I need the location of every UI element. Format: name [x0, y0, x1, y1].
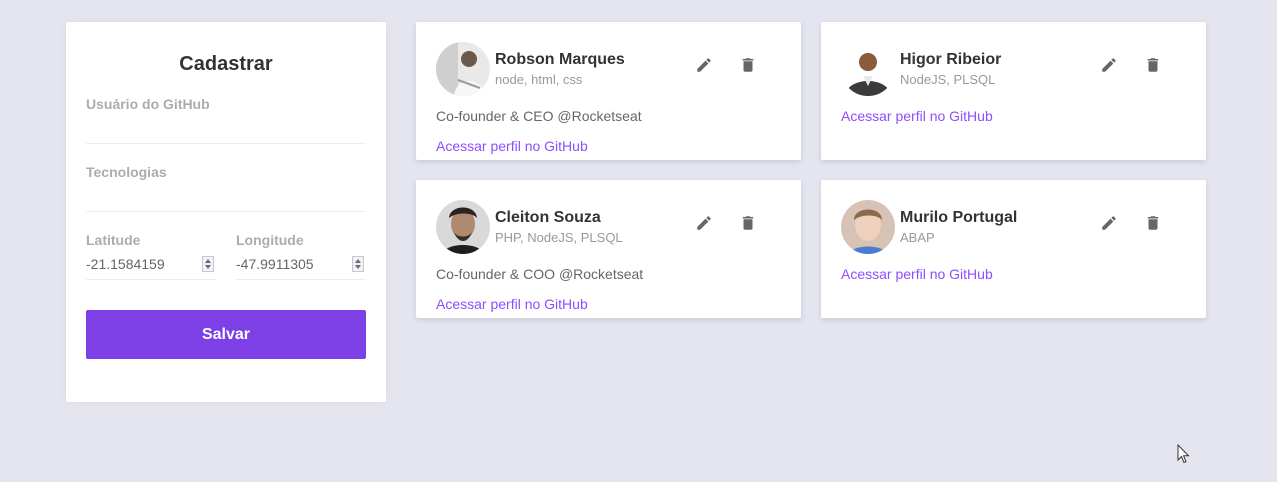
user-info: Higor Ribeior NodeJS, PLSQL: [900, 51, 1098, 88]
user-info: Murilo Portugal ABAP: [900, 209, 1098, 246]
mouse-cursor-icon: [1177, 443, 1191, 469]
techs-label: Tecnologias: [86, 164, 167, 180]
github-user-input[interactable]: [86, 112, 366, 144]
trash-icon[interactable]: [737, 54, 759, 76]
techs-input[interactable]: [86, 180, 366, 212]
github-profile-link[interactable]: Acessar perfil no GitHub: [436, 296, 781, 312]
dev-card-header: Cleiton Souza PHP, NodeJS, PLSQL: [436, 200, 781, 254]
spinner-up-icon[interactable]: [205, 259, 211, 263]
dev-name: Robson Marques: [495, 50, 625, 68]
latitude-field: Latitude: [86, 232, 216, 280]
latitude-input[interactable]: [86, 248, 216, 280]
github-user-field: Usuário do GitHub: [86, 96, 366, 144]
longitude-label: Longitude: [236, 232, 304, 248]
github-profile-link[interactable]: Acessar perfil no GitHub: [436, 138, 781, 154]
pencil-icon[interactable]: [1098, 54, 1120, 76]
latitude-input-wrap: [86, 248, 216, 280]
dev-card-header: Robson Marques node, html, css: [436, 42, 781, 96]
trash-icon[interactable]: [1142, 54, 1164, 76]
pencil-icon[interactable]: [693, 54, 715, 76]
latitude-spinner[interactable]: [202, 256, 214, 272]
dev-bio: Co-founder & COO @Rocketseat: [436, 266, 644, 282]
pencil-icon[interactable]: [1098, 212, 1120, 234]
card-actions: [1098, 212, 1164, 234]
dev-card: Robson Marques node, html, css Co-founde…: [416, 22, 801, 160]
longitude-input-wrap: [236, 248, 366, 280]
pencil-icon[interactable]: [693, 212, 715, 234]
avatar: [436, 42, 490, 96]
dev-card-header: Murilo Portugal ABAP: [841, 200, 1186, 254]
user-info: Cleiton Souza PHP, NodeJS, PLSQL: [495, 209, 693, 246]
avatar: [841, 200, 895, 254]
avatar: [841, 42, 895, 96]
trash-icon[interactable]: [737, 212, 759, 234]
form-title: Cadastrar: [179, 53, 273, 75]
github-profile-link[interactable]: Acessar perfil no GitHub: [841, 108, 1186, 124]
spinner-down-icon[interactable]: [355, 265, 361, 269]
card-actions: [693, 54, 759, 76]
dev-techs: PHP, NodeJS, PLSQL: [495, 229, 623, 245]
github-user-label: Usuário do GitHub: [86, 96, 210, 112]
spinner-up-icon[interactable]: [355, 259, 361, 263]
save-button[interactable]: Salvar: [86, 310, 366, 359]
avatar: [436, 200, 490, 254]
dev-bio: Co-founder & CEO @Rocketseat: [436, 108, 642, 124]
dev-card-header: Higor Ribeior NodeJS, PLSQL: [841, 42, 1186, 96]
register-form-panel: Cadastrar Usuário do GitHub Tecnologias …: [66, 22, 386, 402]
coordinates-group: Latitude Longitude: [86, 232, 366, 280]
dev-name: Murilo Portugal: [900, 208, 1018, 226]
dev-techs: NodeJS, PLSQL: [900, 71, 996, 87]
card-actions: [1098, 54, 1164, 76]
dev-techs: node, html, css: [495, 71, 583, 87]
longitude-spinner[interactable]: [352, 256, 364, 272]
dev-card: Murilo Portugal ABAP Acessar perfil no G…: [821, 180, 1206, 318]
longitude-input[interactable]: [236, 248, 366, 280]
techs-field: Tecnologias: [86, 164, 366, 212]
latitude-label: Latitude: [86, 232, 141, 248]
card-actions: [693, 212, 759, 234]
dev-name: Higor Ribeior: [900, 50, 1002, 68]
dev-techs: ABAP: [900, 229, 935, 245]
dev-name: Cleiton Souza: [495, 208, 601, 226]
dev-card: Cleiton Souza PHP, NodeJS, PLSQL Co-foun…: [416, 180, 801, 318]
github-profile-link[interactable]: Acessar perfil no GitHub: [841, 266, 1186, 282]
spinner-down-icon[interactable]: [205, 265, 211, 269]
longitude-field: Longitude: [236, 232, 366, 280]
dev-card: Higor Ribeior NodeJS, PLSQL Acessar perf…: [821, 22, 1206, 160]
trash-icon[interactable]: [1142, 212, 1164, 234]
user-info: Robson Marques node, html, css: [495, 51, 693, 88]
